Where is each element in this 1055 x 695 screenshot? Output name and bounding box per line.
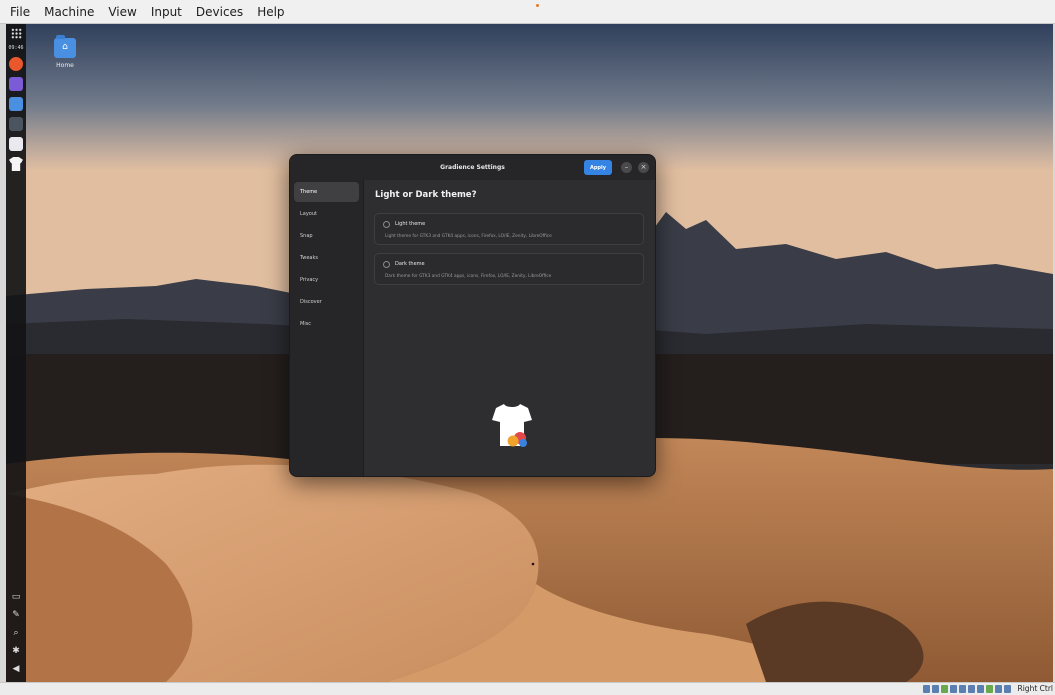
firefox-icon[interactable] [9, 57, 23, 71]
files-icon[interactable] [9, 97, 23, 111]
sidebar-item-theme[interactable]: Theme [294, 182, 359, 202]
menu-help[interactable]: Help [255, 5, 286, 19]
audio-icon[interactable] [941, 685, 948, 693]
theme-settings-icon[interactable] [9, 157, 23, 171]
host-key-label: Right Ctrl [1017, 684, 1053, 693]
option-description: Light theme for GTK3 and GTK4 apps, icon… [385, 234, 552, 239]
display-icon[interactable]: ▭ [12, 592, 21, 602]
option-name: Dark theme [395, 261, 425, 267]
menu-devices[interactable]: Devices [194, 5, 245, 19]
app-grid-icon[interactable] [10, 28, 22, 39]
window-title: Gradience Settings [440, 164, 505, 171]
keyboard-icon[interactable] [1004, 685, 1011, 693]
brightness-icon[interactable]: ✱ [12, 646, 20, 656]
dock: 09:46 ▭ ✎ ⌕ ✱ ◀ [6, 24, 26, 682]
settings-window: Gradience Settings Apply – × Theme Layou… [289, 154, 656, 477]
mail-icon[interactable] [9, 77, 23, 91]
cpu-icon[interactable] [995, 685, 1002, 693]
system-tray: ▭ ✎ ⌕ ✱ ◀ [6, 592, 26, 674]
notification-dot [536, 4, 539, 7]
pen-icon[interactable]: ✎ [12, 610, 20, 620]
desktop-icon-home[interactable]: ⌂ Home [52, 35, 78, 69]
dark-theme-option[interactable]: Dark theme Dark theme for GTK3 and GTK4 … [374, 253, 644, 285]
sidebar-item-discover[interactable]: Discover [294, 292, 359, 312]
apply-button[interactable]: Apply [584, 160, 612, 175]
text-editor-icon[interactable] [9, 137, 23, 151]
shared-folder-icon[interactable] [968, 685, 975, 693]
light-theme-option[interactable]: Light theme Light theme for GTK3 and GTK… [374, 213, 644, 245]
sidebar-item-misc[interactable]: Misc [294, 314, 359, 334]
dock-clock: 09:46 [8, 45, 24, 51]
close-icon[interactable]: × [638, 162, 649, 173]
sidebar-item-tweaks[interactable]: Tweaks [294, 248, 359, 268]
dark-theme-radio[interactable] [383, 261, 390, 268]
host-statusbar: Right Ctrl [0, 682, 1055, 695]
storage-icon[interactable] [923, 685, 930, 693]
search-icon[interactable]: ⌕ [13, 628, 18, 638]
network-icon[interactable] [950, 685, 957, 693]
usb-icon[interactable] [959, 685, 966, 693]
display-icon[interactable] [977, 685, 984, 693]
sidebar-item-snap[interactable]: Snap [294, 226, 359, 246]
minimize-icon[interactable]: – [621, 162, 632, 173]
guest-desktop[interactable]: 09:46 ▭ ✎ ⌕ ✱ ◀ ⌂ Home Gradience Setting… [6, 24, 1053, 682]
option-name: Light theme [395, 221, 426, 227]
sidebar-item-privacy[interactable]: Privacy [294, 270, 359, 290]
menu-machine[interactable]: Machine [42, 5, 96, 19]
page-title: Light or Dark theme? [375, 190, 477, 200]
settings-content: Light or Dark theme? Light theme Light t… [364, 180, 655, 476]
theme-shirt-icon [492, 404, 532, 447]
menu-file[interactable]: File [8, 5, 32, 19]
option-description: Dark theme for GTK3 and GTK4 apps, icons… [385, 274, 552, 279]
menu-view[interactable]: View [106, 5, 138, 19]
volume-icon[interactable]: ◀ [13, 664, 20, 674]
status-icons [923, 685, 1011, 693]
settings-sidebar: Theme Layout Snap Tweaks Privacy Discove… [290, 180, 364, 476]
terminal-icon[interactable] [9, 117, 23, 131]
host-menubar: File Machine View Input Devices Help [0, 0, 1055, 24]
light-theme-radio[interactable] [383, 221, 390, 228]
sidebar-item-layout[interactable]: Layout [294, 204, 359, 224]
home-folder-icon: ⌂ [54, 35, 76, 58]
optical-drive-icon[interactable] [932, 685, 939, 693]
menu-input[interactable]: Input [149, 5, 184, 19]
recording-icon[interactable] [986, 685, 993, 693]
desktop-icon-label: Home [56, 62, 74, 69]
